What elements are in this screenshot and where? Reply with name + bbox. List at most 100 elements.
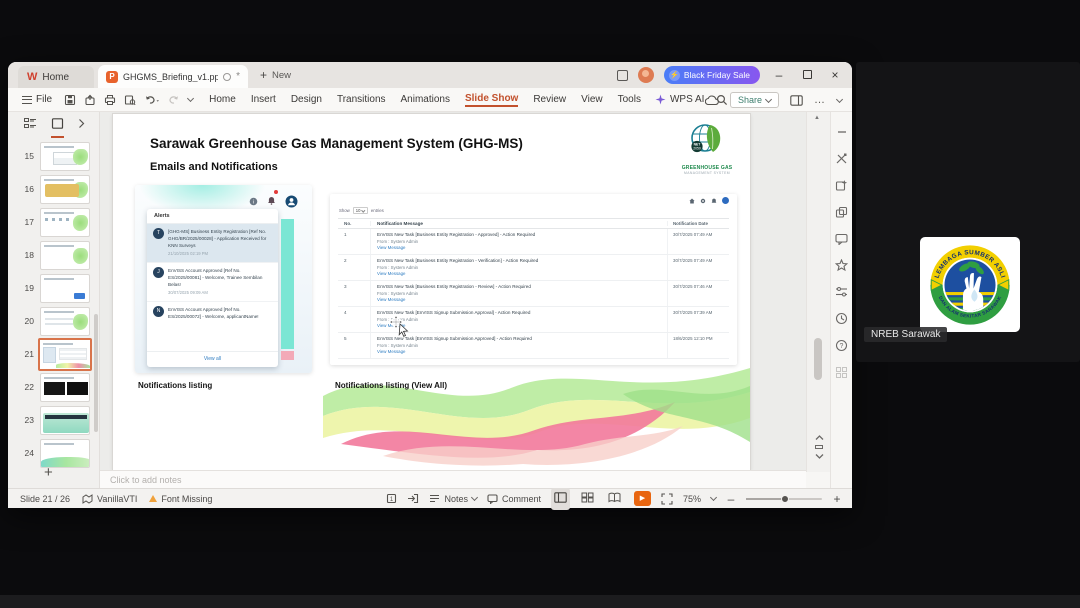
favorites-icon[interactable] <box>835 259 848 272</box>
slide-thumb-22[interactable]: 22 <box>8 373 100 404</box>
fit-screen-icon[interactable] <box>661 492 673 505</box>
slide-title[interactable]: Sarawak Greenhouse Gas Management System… <box>150 136 523 151</box>
minimize-button[interactable]: – <box>770 68 788 82</box>
print-preview-button[interactable] <box>124 94 136 106</box>
save-button[interactable] <box>64 94 76 106</box>
maximize-button[interactable] <box>798 68 816 82</box>
font-missing-warning[interactable]: Font Missing <box>149 494 212 504</box>
outline-view-icon[interactable] <box>23 116 37 134</box>
slide-21[interactable]: Sarawak Greenhouse Gas Management System… <box>113 114 750 470</box>
panel-expand-icon[interactable] <box>78 116 85 134</box>
wps-ai-label: WPS AI <box>669 94 705 105</box>
slide-scrollbar[interactable]: ▲ <box>806 112 830 472</box>
alert-item: N EnVISS Account Approved [Ref No. ES/20… <box>147 302 278 324</box>
window-dock-icon[interactable] <box>616 69 628 81</box>
menu-view[interactable]: View <box>581 94 603 105</box>
slide-thumb-15[interactable]: 15 <box>8 142 100 173</box>
add-slide-button[interactable]: + <box>44 464 53 481</box>
redo-button[interactable] <box>168 94 180 106</box>
account-avatar[interactable] <box>637 67 654 83</box>
notes-area[interactable]: Click to add notes <box>100 470 806 488</box>
template-indicator[interactable]: VanillaVTI <box>82 494 137 504</box>
zoom-level[interactable]: 75% <box>683 494 701 504</box>
collapse-ribbon-icon[interactable] <box>835 95 844 103</box>
slide-thumb-21-selected[interactable]: 21 <box>8 338 100 371</box>
scroll-up-arrow[interactable]: ▲ <box>814 115 820 121</box>
shapes-pane-icon[interactable] <box>835 206 848 219</box>
slide-thumb-17[interactable]: 17 <box>8 208 100 239</box>
slide-number: 21 <box>24 349 34 359</box>
svg-text:2050: 2050 <box>693 147 701 151</box>
normal-view-button[interactable] <box>550 487 570 510</box>
screenshot-notifications-table[interactable]: Show 10 entries No. Notification Message… <box>330 194 737 365</box>
edit-tools-icon[interactable] <box>835 152 848 165</box>
more-options-button[interactable]: … <box>814 94 826 106</box>
black-friday-sale-button[interactable]: ⚡ Black Friday Sale <box>663 66 760 84</box>
alerts-panel: Alerts T [GHG-MS] Business Entity Regist… <box>147 209 278 367</box>
animation-pane-icon[interactable] <box>835 179 848 192</box>
tab-home[interactable]: W Home <box>18 66 94 88</box>
comment-pane-icon[interactable] <box>835 233 848 245</box>
quickbar-expand-icon[interactable] <box>187 94 195 103</box>
collapse-rail-icon[interactable] <box>836 126 848 138</box>
slide-thumb-23[interactable]: 23 <box>8 406 100 437</box>
menu-review[interactable]: Review <box>533 94 566 105</box>
slide-subtitle[interactable]: Emails and Notifications <box>150 161 278 173</box>
zoom-out-button[interactable]: – <box>726 492 736 506</box>
menu-slide-show[interactable]: Slide Show <box>464 93 519 107</box>
slide-nav-handle[interactable] <box>815 445 823 449</box>
previous-slide-button[interactable] <box>815 434 824 441</box>
alert-item: J EnVISS Account Approved [Ref No. ES/20… <box>147 263 278 302</box>
page-setup-icon[interactable]: 1 <box>386 493 397 504</box>
file-menu[interactable]: File <box>22 94 52 105</box>
share-button[interactable]: Share <box>729 92 779 108</box>
thumbnail-panel-scrollbar[interactable] <box>94 314 98 432</box>
slide-thumb-16[interactable]: 16 <box>8 175 100 206</box>
caption-notifications-listing[interactable]: Notifications listing <box>138 381 212 390</box>
menu-transitions[interactable]: Transitions <box>337 94 386 105</box>
new-tab-button[interactable]: + New <box>260 68 291 82</box>
slide-thumb-19[interactable]: 19 <box>8 274 100 305</box>
menu-home[interactable]: Home <box>209 94 236 105</box>
settings-sliders-icon[interactable] <box>835 286 848 298</box>
screenshot-alerts-dropdown[interactable]: i Alerts T [GHG-MS] Business Entity Regi… <box>135 185 312 373</box>
table-row: 3 EnVISS New Task [Business Entity Regis… <box>338 281 729 307</box>
slideshow-play-button[interactable]: ▶ <box>633 491 651 506</box>
menu-insert[interactable]: Insert <box>251 94 276 105</box>
ribbon-tabs: Home Insert Design Transitions Animation… <box>209 93 641 107</box>
menu-animations[interactable]: Animations <box>401 94 450 105</box>
help-icon[interactable]: ? <box>835 339 848 352</box>
notes-toggle[interactable]: Notes <box>429 494 479 504</box>
play-from-slide-icon[interactable] <box>407 493 419 504</box>
next-slide-button[interactable] <box>815 453 824 460</box>
print-button[interactable] <box>104 94 116 106</box>
zoom-dropdown-icon[interactable] <box>709 493 718 502</box>
apps-grid-icon[interactable] <box>835 366 848 379</box>
slide-number: 17 <box>24 217 34 227</box>
menu-tools[interactable]: Tools <box>618 94 641 105</box>
slide-thumb-18[interactable]: 18 <box>8 241 100 272</box>
slide-sorter-view-button[interactable] <box>578 488 597 510</box>
zoom-in-button[interactable]: + <box>832 492 842 506</box>
cloud-upload-icon[interactable] <box>704 94 719 106</box>
caption-notifications-view-all[interactable]: Notifications listing (View All) <box>335 381 447 390</box>
close-button[interactable]: × <box>826 68 844 82</box>
zoom-slider[interactable] <box>746 494 822 503</box>
slide-thumb-20[interactable]: 20 <box>8 307 100 338</box>
reading-view-button[interactable] <box>605 488 624 510</box>
tab-document-label: GHGMS_Briefing_v1.pptx <box>123 71 219 82</box>
tab-document[interactable]: P GHGMS_Briefing_v1.pptx * <box>98 65 248 88</box>
video-participant-tile[interactable]: LEMBAGA SUMBER ASLI DAN ALAM SEKITAR SAR… <box>856 62 1080 362</box>
undo-button[interactable] <box>144 94 160 106</box>
comment-button[interactable]: Comment <box>487 494 541 504</box>
slide-thumb-24[interactable]: 24 <box>8 439 100 470</box>
thumbnail-view-icon[interactable] <box>50 116 64 138</box>
wps-ai-button[interactable]: WPS AI <box>655 94 704 105</box>
zoom-slider-knob[interactable] <box>781 494 789 503</box>
menu-design[interactable]: Design <box>291 94 322 105</box>
history-clock-icon[interactable] <box>835 312 848 325</box>
scrollbar-thumb[interactable] <box>814 338 822 380</box>
ribbon-layout-icon[interactable] <box>790 94 803 106</box>
ghgms-logo[interactable]: NET 2050 GREENHOUSE GAS MANAGEMENT SYSTE… <box>676 119 738 175</box>
export-button[interactable] <box>84 94 96 106</box>
